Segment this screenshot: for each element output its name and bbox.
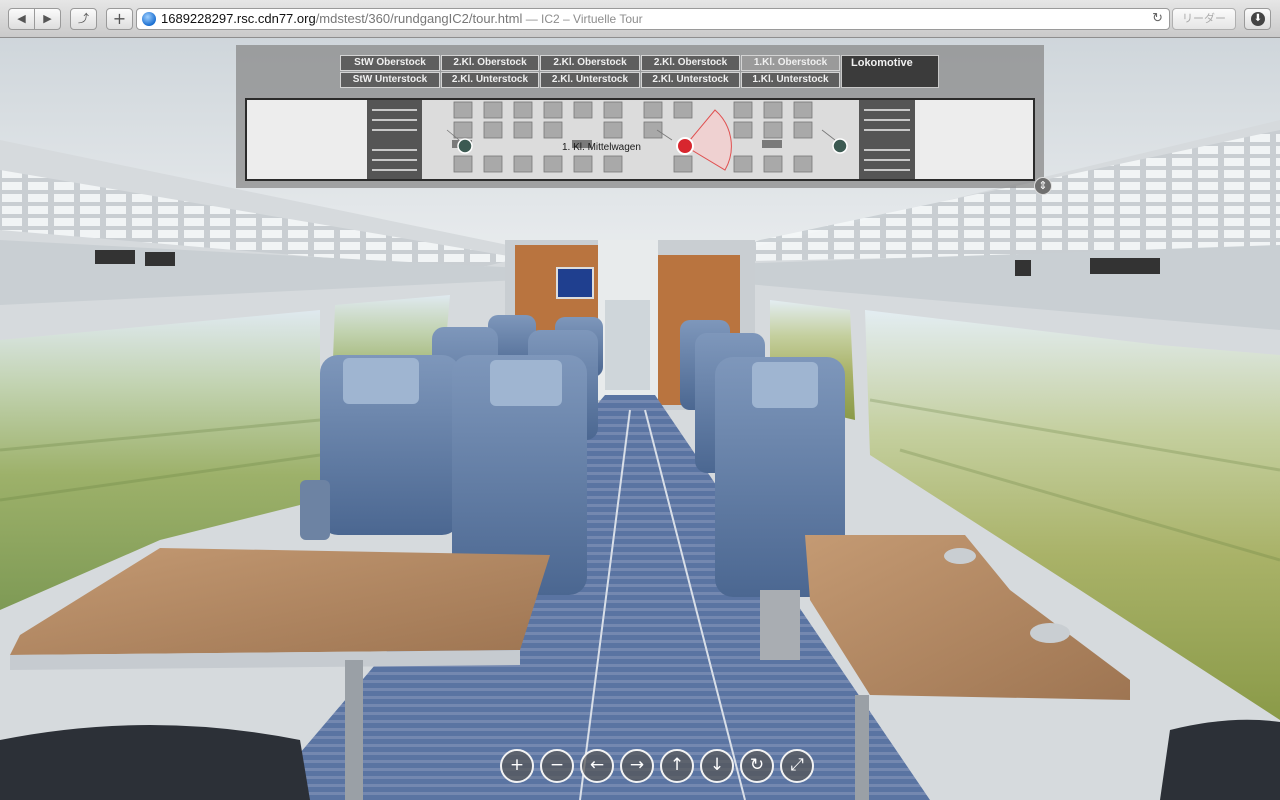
active-hotspot-icon bbox=[676, 137, 694, 155]
tab-stw-oberstock[interactable]: StW Oberstock bbox=[340, 55, 440, 71]
arrow-left-icon: ← bbox=[589, 755, 605, 775]
tab-2kl-unterstock-3[interactable]: 2.Kl. Unterstock bbox=[641, 72, 740, 88]
url-host: 1689228297.rsc.cdn77.org bbox=[161, 11, 316, 26]
rotate-icon: ↻ bbox=[749, 755, 765, 775]
share-icon: ⤴ bbox=[78, 12, 89, 25]
arrow-up-icon: ↑ bbox=[669, 755, 685, 775]
tab-2kl-oberstock-1[interactable]: 2.Kl. Oberstock bbox=[441, 55, 539, 71]
plus-icon: + bbox=[509, 755, 525, 775]
hotspot-icon bbox=[832, 138, 848, 154]
back-button[interactable]: ◀ bbox=[8, 8, 35, 30]
downloads-button[interactable]: ⬇ bbox=[1244, 8, 1271, 30]
pan-down-button[interactable]: ↓ bbox=[700, 749, 734, 783]
tab-1kl-oberstock[interactable]: 1.Kl. Oberstock bbox=[741, 55, 840, 71]
reload-icon[interactable]: ↻ bbox=[1152, 9, 1163, 29]
forward-button[interactable]: ▶ bbox=[34, 8, 61, 30]
share-button[interactable]: ⤴ bbox=[70, 8, 97, 30]
new-tab-button[interactable]: + bbox=[106, 8, 133, 30]
plan-label: 1. Kl. Mittelwagen bbox=[562, 142, 641, 153]
reader-button[interactable]: リーダー bbox=[1172, 8, 1236, 30]
floor-plan-drawing bbox=[367, 100, 915, 179]
arrow-down-icon: ↓ bbox=[709, 755, 725, 775]
tab-2kl-oberstock-2[interactable]: 2.Kl. Oberstock bbox=[540, 55, 640, 71]
tab-2kl-unterstock-1[interactable]: 2.Kl. Unterstock bbox=[441, 72, 539, 88]
tab-1kl-unterstock[interactable]: 1.Kl. Unterstock bbox=[741, 72, 840, 88]
url-text: 1689228297.rsc.cdn77.org/mdstest/360/run… bbox=[161, 9, 643, 29]
pan-right-button[interactable]: → bbox=[620, 749, 654, 783]
pan-up-button[interactable]: ↑ bbox=[660, 749, 694, 783]
tab-lokomotive[interactable]: Lokomotive bbox=[841, 55, 939, 88]
navigation-controls: + − ← → ↑ ↓ ↻ ⤢ bbox=[500, 749, 820, 783]
fullscreen-icon: ⤢ bbox=[790, 755, 804, 775]
info-display bbox=[556, 267, 594, 299]
plus-icon: + bbox=[112, 9, 127, 28]
seat-left-window bbox=[300, 355, 460, 540]
tab-2kl-unterstock-2[interactable]: 2.Kl. Unterstock bbox=[540, 72, 640, 88]
tab-2kl-oberstock-3[interactable]: 2.Kl. Oberstock bbox=[641, 55, 740, 71]
hotspot-icon bbox=[457, 138, 473, 154]
car-floor-plan: 1. Kl. Mittelwagen bbox=[245, 98, 1035, 181]
page-title: — IC2 – Virtuelle Tour bbox=[522, 12, 643, 26]
fullscreen-button[interactable]: ⤢ bbox=[780, 749, 814, 783]
tab-stw-unterstock[interactable]: StW Unterstock bbox=[340, 72, 440, 88]
zoom-out-button[interactable]: − bbox=[540, 749, 574, 783]
minus-icon: − bbox=[549, 755, 565, 775]
address-bar[interactable]: 1689228297.rsc.cdn77.org/mdstest/360/run… bbox=[136, 8, 1170, 30]
pan-left-button[interactable]: ← bbox=[580, 749, 614, 783]
download-icon: ⬇ bbox=[1251, 12, 1265, 26]
collapse-icon: ⇕ bbox=[1038, 179, 1048, 192]
browser-toolbar: ◀ ▶ ⤴ + 1689228297.rsc.cdn77.org/mdstest… bbox=[0, 0, 1280, 38]
url-path: /mdstest/360/rundgangIC2/tour.html bbox=[315, 11, 523, 26]
back-icon: ◀ bbox=[17, 12, 26, 25]
forward-icon: ▶ bbox=[43, 12, 52, 25]
globe-icon bbox=[142, 12, 156, 26]
arrow-right-icon: → bbox=[629, 755, 645, 775]
map-toggle-button[interactable]: ⇕ bbox=[1034, 177, 1052, 195]
zoom-in-button[interactable]: + bbox=[500, 749, 534, 783]
auto-rotate-button[interactable]: ↻ bbox=[740, 749, 774, 783]
